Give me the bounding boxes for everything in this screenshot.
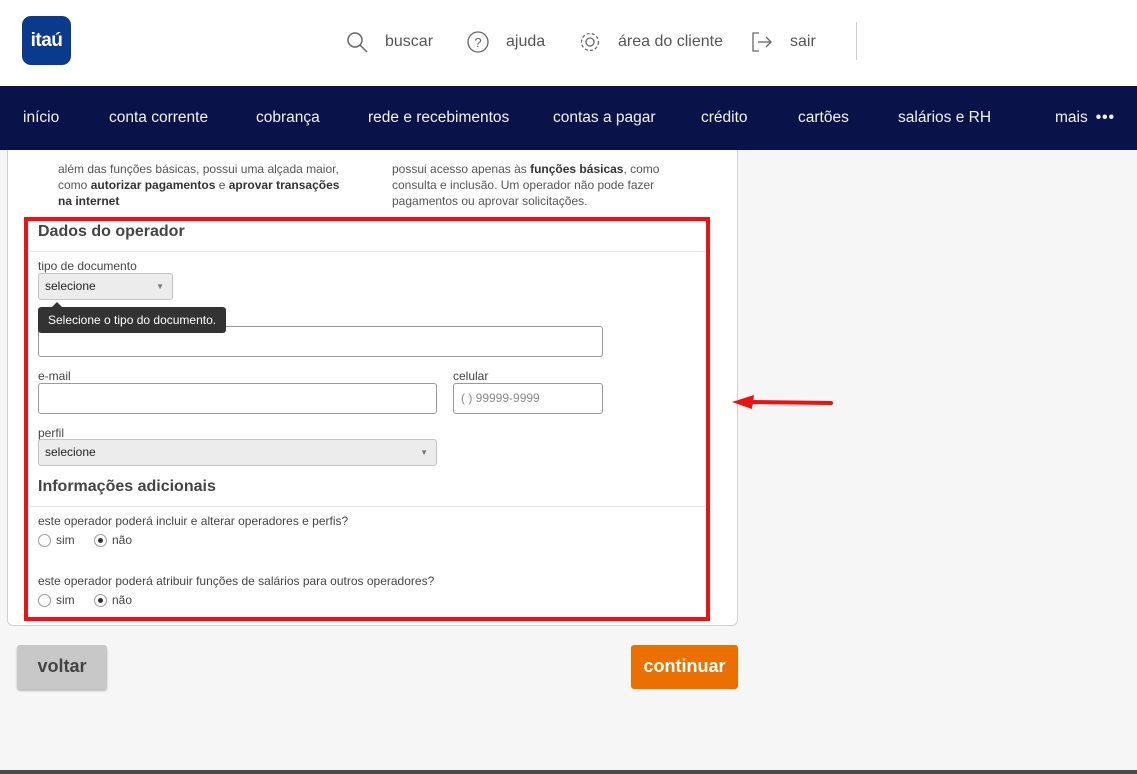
bottom-border	[0, 770, 1137, 774]
itau-logo[interactable]: itaú	[22, 16, 71, 65]
nav-item-conta-corrente[interactable]: conta corrente	[109, 86, 208, 150]
nav-item-credito[interactable]: crédito	[701, 86, 748, 150]
help-link[interactable]: ? ajuda	[466, 28, 545, 56]
ellipsis-icon: •••	[1095, 109, 1116, 126]
logout-label: sair	[790, 33, 816, 50]
help-label: ajuda	[506, 33, 546, 50]
search-icon	[347, 32, 368, 53]
help-icon: ?	[467, 31, 489, 53]
client-area-label: área do cliente	[618, 33, 723, 50]
nav-item-mais[interactable]: mais •••	[1055, 86, 1115, 150]
more-label: mais	[1055, 109, 1088, 126]
logout-icon	[752, 32, 772, 52]
main-nav: início conta corrente cobrança rede e re…	[0, 86, 1137, 150]
operator-profile-description: possui acesso apenas às funções básicas,…	[392, 162, 660, 208]
highlight-box	[24, 217, 710, 621]
nav-item-contas-a-pagar[interactable]: contas a pagar	[553, 86, 656, 150]
nav-item-salarios-rh[interactable]: salários e RH	[898, 86, 991, 150]
nav-item-cobranca[interactable]: cobrança	[256, 86, 320, 150]
client-area-link[interactable]: área do cliente	[578, 28, 723, 56]
header-divider	[856, 22, 857, 60]
continue-button[interactable]: continuar	[631, 645, 738, 689]
gear-icon	[580, 32, 600, 52]
red-arrow-annotation	[732, 395, 833, 409]
nav-item-rede-recebimentos[interactable]: rede e recebimentos	[368, 86, 509, 150]
master-profile-description: além das funções básicas, possui uma alç…	[58, 162, 340, 208]
top-header: itaú buscar ? ajuda área do cliente sair	[0, 0, 1137, 86]
svg-text:?: ?	[474, 35, 481, 50]
search-label: buscar	[385, 33, 434, 50]
search-link[interactable]: buscar	[345, 28, 433, 56]
back-button[interactable]: voltar	[17, 645, 107, 689]
logout-link[interactable]: sair	[750, 28, 816, 56]
nav-item-cartoes[interactable]: cartões	[798, 86, 849, 150]
nav-item-inicio[interactable]: início	[23, 86, 59, 150]
